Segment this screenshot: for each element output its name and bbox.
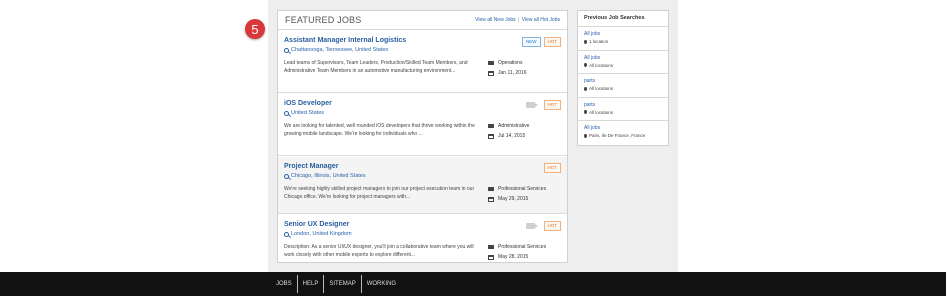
job-location[interactable]: Chattanooga, Tennessee, United States <box>284 47 561 53</box>
job-title-link[interactable]: Assistant Manager Internal Logistics <box>284 37 561 44</box>
job-category: Professional Services <box>498 244 547 250</box>
job-date: May 28, 2015 <box>498 254 529 260</box>
featured-jobs-header: FEATURED JOBS View all New Jobs | View a… <box>278 11 567 30</box>
job-location-text[interactable]: Chattanooga, Tennessee, United States <box>291 47 388 53</box>
briefcase-icon <box>488 123 494 129</box>
job-location[interactable]: Chicago, Illinois, United States <box>284 173 561 179</box>
job-tags: HOT <box>525 100 561 110</box>
featured-jobs-panel: FEATURED JOBS View all New Jobs | View a… <box>277 10 568 263</box>
location-pin-icon <box>584 133 587 138</box>
job-location-text[interactable]: Chicago, Illinois, United States <box>291 173 366 179</box>
footer-link-sitemap[interactable]: SITEMAP <box>324 275 362 293</box>
job-location-text[interactable]: United States <box>291 110 324 116</box>
job-meta: Professional Services May 29, 2015 <box>488 185 546 203</box>
job-location-text[interactable]: London, United Kingdom <box>291 231 352 237</box>
briefcase-icon <box>488 244 494 250</box>
job-date: Jul 14, 2015 <box>498 133 526 139</box>
previous-search-location: All locations <box>584 110 662 115</box>
job-tags: NEW HOT <box>522 37 561 47</box>
previous-search-location-text: 1 location <box>589 39 609 44</box>
previous-search-link[interactable]: parts <box>584 102 662 108</box>
job-body: We are looking for talented, well rounde… <box>284 122 561 140</box>
previous-search-link[interactable]: All jobs <box>584 55 662 61</box>
calendar-icon <box>488 254 494 260</box>
job-title-link[interactable]: Project Manager <box>284 163 561 170</box>
location-pin-icon <box>584 86 587 91</box>
job-location[interactable]: London, United Kingdom <box>284 231 561 237</box>
previous-search-item[interactable]: parts All locations <box>578 98 668 121</box>
search-icon <box>284 231 289 237</box>
calendar-icon <box>488 133 494 139</box>
featured-links: View all New Jobs | View all Hot Jobs <box>475 17 560 23</box>
location-pin-icon <box>584 39 587 44</box>
hot-tag: HOT <box>543 221 561 231</box>
view-hot-jobs-link[interactable]: View all Hot Jobs <box>522 17 560 23</box>
job-card[interactable]: HOT Project Manager Chicago, Illinois, U… <box>278 157 567 214</box>
view-new-jobs-link[interactable]: View all New Jobs <box>475 17 515 23</box>
previous-search-link[interactable]: All jobs <box>584 31 662 37</box>
job-title-link[interactable]: iOS Developer <box>284 100 561 107</box>
job-tags: HOT <box>543 163 561 173</box>
hot-tag: HOT <box>543 100 561 110</box>
job-tags: HOT <box>525 221 561 231</box>
job-category: Operations <box>498 60 523 66</box>
previous-search-item[interactable]: All jobs 1 location <box>578 27 668 51</box>
job-category: Administrative <box>498 123 530 129</box>
job-card[interactable]: HOT Senior UX Designer London, United Ki… <box>278 215 567 263</box>
job-description: We're seeking highly skilled project man… <box>284 186 475 200</box>
job-description: We are looking for talented, well rounde… <box>284 123 475 137</box>
link-separator: | <box>518 17 520 23</box>
hot-tag: HOT <box>543 37 561 47</box>
featured-jobs-title: FEATURED JOBS <box>285 15 362 25</box>
previous-search-location: All locations <box>584 63 662 68</box>
previous-search-item[interactable]: parts All locations <box>578 74 668 98</box>
calendar-icon <box>488 70 494 76</box>
hot-tag: HOT <box>543 163 561 173</box>
message-icon[interactable] <box>525 223 538 229</box>
briefcase-icon <box>488 186 494 192</box>
location-pin-icon <box>584 110 587 114</box>
previous-search-location-text: Paris, Ile De France, France <box>589 133 646 138</box>
job-date: May 29, 2015 <box>498 196 529 202</box>
previous-search-location-text: All locations <box>589 86 614 91</box>
search-icon <box>284 110 289 116</box>
job-body: We're seeking highly skilled project man… <box>284 185 561 203</box>
search-icon <box>284 173 289 179</box>
previous-search-location-text: All locations <box>589 62 614 68</box>
previous-search-link[interactable]: All jobs <box>584 125 662 131</box>
message-icon[interactable] <box>525 102 538 108</box>
footer-link-working[interactable]: WORKING <box>362 275 401 293</box>
job-meta: Administrative Jul 14, 2015 <box>488 122 529 140</box>
previous-search-location: 1 location <box>584 39 662 44</box>
step-number-badge: 5 <box>245 19 265 39</box>
previous-search-item[interactable]: All jobs All locations <box>578 51 668 74</box>
job-card[interactable]: NEW HOT Assistant Manager Internal Logis… <box>278 31 567 93</box>
job-meta: Operations Jan 11, 2016 <box>488 59 527 77</box>
job-meta: Professional Services May 28, 2015 <box>488 243 546 261</box>
job-location[interactable]: United States <box>284 110 561 116</box>
job-card[interactable]: HOT iOS Developer United States We are l… <box>278 94 567 156</box>
search-icon <box>284 47 289 53</box>
previous-search-location-text: All locations <box>589 109 614 115</box>
job-title-link[interactable]: Senior UX Designer <box>284 221 561 228</box>
footer-link-help[interactable]: HELP <box>298 275 325 293</box>
job-body: Lead teams of Supervisors, Team Leaders,… <box>284 59 561 77</box>
footer-link-jobs[interactable]: JOBS <box>271 275 298 293</box>
previous-search-location: All locations <box>584 86 662 91</box>
location-pin-icon <box>584 63 587 67</box>
previous-searches-panel: Previous Job Searches All jobs 1 locatio… <box>577 10 669 146</box>
calendar-icon <box>488 196 494 202</box>
previous-searches-title: Previous Job Searches <box>578 11 668 27</box>
job-body: Description: As a senior UI/UX designer,… <box>284 243 561 261</box>
job-date: Jan 11, 2016 <box>498 70 527 76</box>
job-category: Professional Services <box>498 186 547 192</box>
site-footer: JOBS HELP SITEMAP WORKING <box>0 272 946 296</box>
new-tag: NEW <box>522 37 541 47</box>
previous-search-link[interactable]: parts <box>584 78 662 84</box>
job-description: Lead teams of Supervisors, Team Leaders,… <box>284 60 468 74</box>
briefcase-icon <box>488 60 494 66</box>
previous-search-location: Paris, Ile De France, France <box>584 133 662 138</box>
job-description: Description: As a senior UI/UX designer,… <box>284 244 474 258</box>
previous-search-item[interactable]: All jobs Paris, Ile De France, France <box>578 121 668 145</box>
